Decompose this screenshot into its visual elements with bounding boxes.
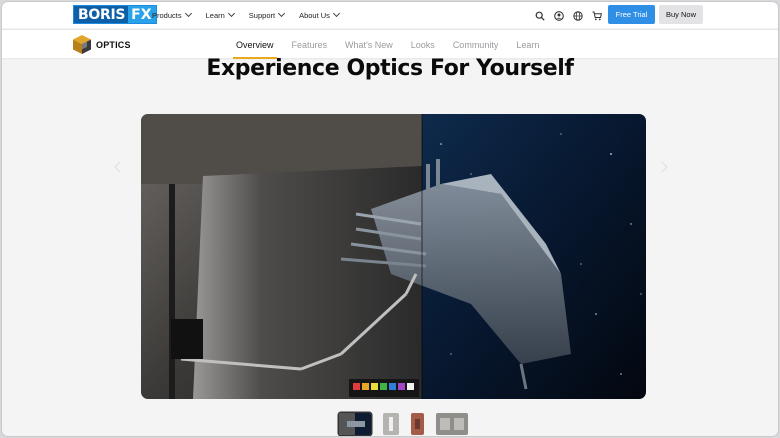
carousel-thumbnails <box>339 413 468 435</box>
menu-label: Support <box>248 10 276 20</box>
product-subnav: OPTICS Overview Features What's New Look… <box>2 29 778 59</box>
product-name: OPTICS <box>96 39 131 50</box>
chevron-down-icon <box>332 9 340 18</box>
color-chart <box>349 379 419 397</box>
tab-learn[interactable]: Learn <box>507 30 548 59</box>
carousel-thumbnail[interactable] <box>383 413 399 435</box>
cart-icon[interactable] <box>592 8 603 21</box>
carousel-thumbnail[interactable] <box>436 413 468 435</box>
tab-overview[interactable]: Overview <box>233 30 283 59</box>
menu-item-products[interactable]: Products <box>152 9 192 20</box>
logo-text-left: BORIS <box>74 6 129 23</box>
carousel-thumbnail[interactable] <box>411 413 424 435</box>
product-tabs: Overview Features What's New Looks Commu… <box>233 30 548 59</box>
tab-community[interactable]: Community <box>444 30 508 59</box>
menu-item-learn[interactable]: Learn <box>205 9 235 20</box>
chevron-down-icon <box>278 9 286 18</box>
carousel-next-arrow[interactable] <box>656 161 668 173</box>
top-navigation: BORIS FX Products Learn Support About Us <box>2 2 778 28</box>
rig-clamp <box>171 319 203 359</box>
optics-product-logo[interactable]: OPTICS <box>72 34 131 55</box>
search-icon[interactable] <box>535 8 545 21</box>
menu-label: Learn <box>205 10 225 20</box>
menu-item-support[interactable]: Support <box>248 9 286 20</box>
page-headline: Experience Optics For Yourself <box>206 56 574 81</box>
buy-now-button[interactable]: Buy Now <box>659 5 703 24</box>
browser-window: BORIS FX Products Learn Support About Us <box>2 2 778 436</box>
chevron-down-icon <box>227 9 235 18</box>
tab-whats-new[interactable]: What's New <box>336 30 402 59</box>
carousel-thumbnail[interactable] <box>339 413 371 435</box>
tab-looks[interactable]: Looks <box>402 30 444 59</box>
free-trial-button[interactable]: Free Trial <box>608 5 655 24</box>
hero-before-after-image[interactable] <box>141 114 646 399</box>
menu-item-about-us[interactable]: About Us <box>299 9 340 20</box>
chevron-down-icon <box>184 9 192 18</box>
borisfx-logo[interactable]: BORIS FX <box>73 5 157 24</box>
account-icon[interactable] <box>554 8 564 21</box>
optics-cube-icon <box>73 35 91 54</box>
menu-label: Products <box>152 10 182 20</box>
menu-label: About Us <box>299 10 330 20</box>
main-menu: Products Learn Support About Us <box>152 2 340 28</box>
studio-stand <box>169 184 175 399</box>
nav-icon-group <box>535 8 603 21</box>
globe-icon[interactable] <box>573 8 583 21</box>
carousel-prev-arrow[interactable] <box>114 161 126 173</box>
tab-features[interactable]: Features <box>283 30 337 59</box>
